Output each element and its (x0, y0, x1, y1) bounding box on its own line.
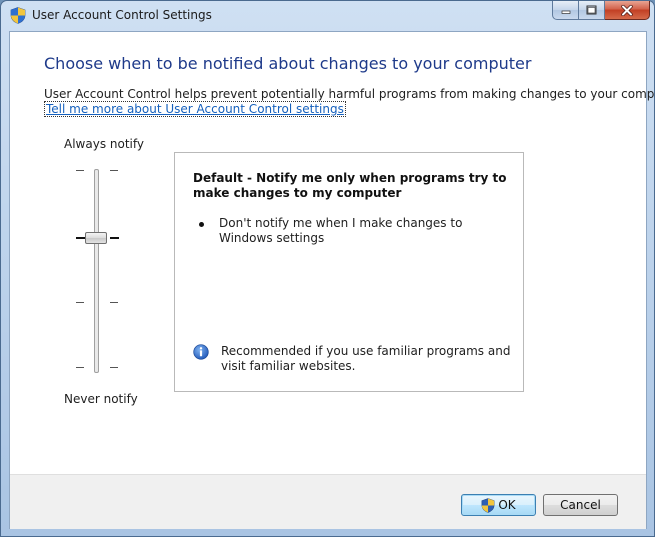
slider-tick (76, 367, 84, 368)
minimize-icon (561, 10, 570, 14)
window-title: User Account Control Settings (32, 8, 212, 22)
uac-shield-icon (10, 7, 26, 24)
maximize-button[interactable] (579, 1, 605, 20)
minimize-button[interactable] (552, 1, 579, 20)
close-button[interactable] (605, 1, 650, 20)
cancel-button[interactable]: Cancel (543, 494, 618, 516)
slider-tick (110, 170, 118, 171)
slider-track[interactable] (94, 169, 99, 373)
cancel-button-label: Cancel (560, 498, 601, 512)
description-text: User Account Control helps prevent poten… (44, 87, 655, 101)
slider-tick (76, 302, 84, 303)
learn-more-link[interactable]: Tell me more about User Account Control … (44, 101, 346, 117)
recommendation-note: Recommended if you use familiar programs… (221, 344, 511, 373)
never-notify-label: Never notify (64, 392, 138, 406)
slider-tick (110, 367, 118, 368)
uac-settings-window: User Account Control Settings Choose whe… (0, 0, 655, 537)
bullet-icon (199, 222, 204, 227)
caption-buttons (552, 1, 650, 21)
button-bar: OK Cancel (10, 474, 646, 529)
level-detail: Don't notify me when I make changes to W… (219, 216, 463, 245)
slider-thumb[interactable] (85, 232, 107, 244)
info-icon (193, 344, 209, 360)
always-notify-label: Always notify (64, 137, 144, 151)
dialog-content: Choose when to be notified about changes… (9, 31, 655, 529)
close-icon (621, 4, 633, 16)
level-description-panel: Default - Notify me only when programs t… (174, 152, 524, 392)
ok-button-label: OK (498, 498, 516, 512)
maximize-icon (586, 5, 597, 15)
slider-tick (110, 302, 118, 303)
level-title: Default - Notify me only when programs t… (193, 171, 507, 200)
ok-button[interactable]: OK (461, 494, 536, 516)
slider-tick (76, 237, 85, 239)
title-bar[interactable]: User Account Control Settings (1, 1, 654, 31)
slider-tick (110, 237, 119, 239)
page-heading: Choose when to be notified about changes… (44, 54, 532, 73)
slider-tick (76, 170, 84, 171)
uac-shield-icon (481, 497, 495, 513)
